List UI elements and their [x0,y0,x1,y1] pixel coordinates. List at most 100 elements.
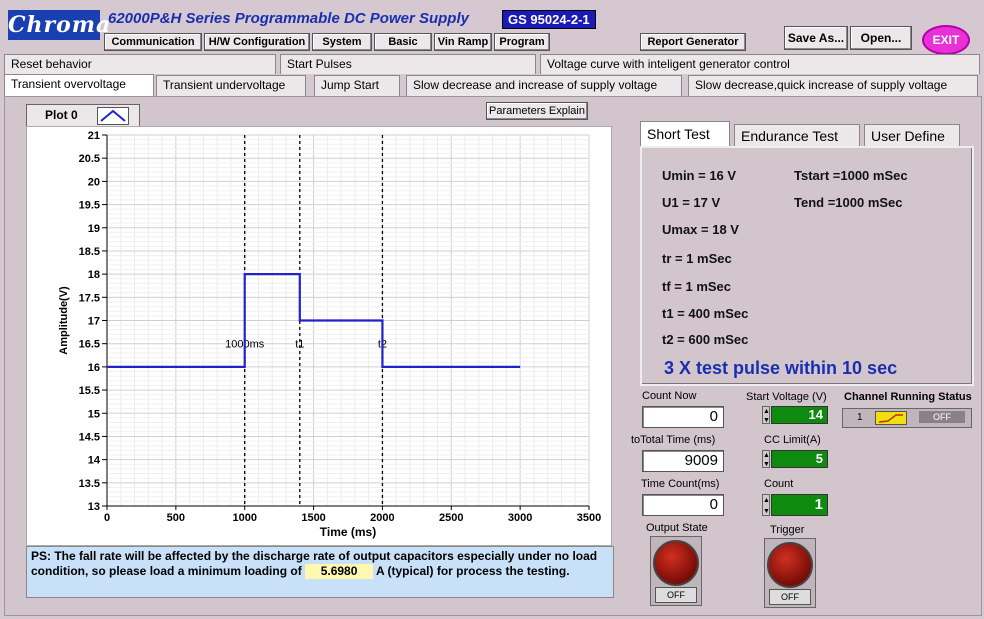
report-generator-button[interactable]: Report Generator [640,33,746,51]
ramp-icon [875,411,907,425]
y-tick-label: 21 [88,130,100,142]
y-tick-label: 13.5 [79,478,100,490]
menu-communication[interactable]: Communication [104,33,202,51]
line-style-icon [97,107,129,125]
param-tf: tf = 1 mSec [662,279,732,294]
menu-system[interactable]: System [312,33,372,51]
y-tick-label: 20 [88,176,100,188]
param-umax: Umax = 18 V [662,222,739,237]
plot-legend-label: Plot 0 [45,108,78,122]
short-test-panel: Umin = 16 V U1 = 17 V Umax = 18 V tr = 1… [640,146,974,386]
save-as-button[interactable]: Save As... [784,26,848,50]
tab-jump-start[interactable]: Jump Start [314,75,400,96]
tab-transient-overvoltage[interactable]: Transient overvoltage [4,74,154,97]
x-axis-label: Time (ms) [320,525,376,539]
tab-slow-decrease-quick-increase[interactable]: Slow decrease,quick increase of supply v… [688,75,978,96]
menu-hw-configuration[interactable]: H/W Configuration [204,33,310,51]
y-tick-label: 16.5 [79,339,100,351]
x-tick-label: 1500 [301,512,325,524]
param-tstart: Tstart =1000 mSec [794,168,908,183]
y-tick-label: 20.5 [79,153,100,165]
count-now-field: 0 [642,406,724,428]
x-tick-label: 1000 [232,512,256,524]
menu-program[interactable]: Program [494,33,550,51]
menu-basic[interactable]: Basic [374,33,432,51]
y-tick-label: 18.5 [79,246,100,258]
x-tick-label: 500 [167,512,185,524]
marker-label: t1 [295,339,304,351]
y-tick-label: 15 [88,408,100,420]
trigger-label: Trigger [770,524,805,536]
total-time-label: toTotal Time (ms) [631,434,716,446]
channel-status-label: Channel Running Status [844,391,972,403]
y-tick-label: 13 [88,501,100,513]
start-voltage-stepper[interactable]: ▲ ▼ [762,406,770,424]
trigger-button[interactable]: OFF [764,538,816,608]
tab-transient-undervoltage[interactable]: Transient undervoltage [156,75,306,96]
channel-state: OFF [919,411,965,423]
parameters-explain-button[interactable]: Parameters Explain [486,102,588,120]
cc-limit-label: CC Limit(A) [764,434,821,446]
time-count-field: 0 [642,494,724,516]
output-state-led [653,540,699,586]
ps-note-text-after: A (typical) for process the testing. [375,564,570,578]
x-tick-label: 2000 [370,512,394,524]
x-tick-label: 3500 [577,512,601,524]
y-tick-label: 17.5 [79,292,100,304]
y-tick-label: 18 [88,269,100,281]
y-tick-label: 14 [88,455,101,467]
param-umin: Umin = 16 V [662,168,737,183]
open-button[interactable]: Open... [850,26,912,50]
param-tr: tr = 1 mSec [662,251,732,266]
chroma-logo: Chroma [8,10,112,40]
ps-note: PS: The fall rate will be affected by th… [26,546,614,598]
start-voltage-field[interactable]: 14 [771,406,828,424]
output-state-value: OFF [655,587,697,603]
tab-voltage-curve[interactable]: Voltage curve with inteligent generator … [540,54,980,74]
pulse-info: 3 X test pulse within 10 sec [664,358,898,378]
y-axis-label: Amplitude(V) [58,286,70,355]
y-tick-label: 19 [88,223,100,235]
min-load-value: 5.6980 [305,564,374,579]
y-tick-label: 17 [88,316,100,328]
trigger-led [767,542,813,588]
waveform-chart-svg: 0 500 1000 1500 2000 2500 3000 3500 13 13.5 14 14.5… [58,130,601,539]
time-count-label: Time Count(ms) [641,478,720,490]
x-tick-label: 0 [104,512,110,524]
output-state-label: Output State [646,522,708,534]
param-t1: t1 = 400 mSec [662,306,749,321]
tab-slow-decrease-increase[interactable]: Slow decrease and increase of supply vol… [406,75,682,96]
output-state-control[interactable]: OFF [650,536,702,606]
y-tick-label: 15.5 [79,385,100,397]
count-label: Count [764,478,794,490]
y-tick-label: 16 [88,362,100,374]
count-now-label: Count Now [642,390,697,402]
start-voltage-label: Start Voltage (V) [746,391,827,403]
channel-status-indicator: 1 OFF [842,408,972,428]
tab-endurance-test[interactable]: Endurance Test [734,124,860,146]
x-tick-label: 3000 [508,512,532,524]
trigger-value: OFF [769,589,811,605]
tab-user-define[interactable]: User Define [864,124,960,146]
main-menu: Communication H/W Configuration System B… [104,33,550,51]
app-title: 62000P&H Series Programmable DC Power Su… [108,10,469,27]
param-u1: U1 = 17 V [662,195,721,210]
menu-vin-ramp[interactable]: Vin Ramp [434,33,492,51]
y-tick-label: 19.5 [79,200,100,212]
plot-legend[interactable]: Plot 0 [26,104,140,128]
x-tick-label: 2500 [439,512,463,524]
cc-limit-stepper[interactable]: ▲ ▼ [762,450,770,468]
exit-button[interactable]: EXIT [922,25,970,55]
tab-reset-behavior[interactable]: Reset behavior [4,54,276,74]
param-t2: t2 = 600 mSec [662,332,749,347]
cc-limit-field[interactable]: 5 [771,450,828,468]
channel-number: 1 [857,412,863,423]
param-tend: Tend =1000 mSec [794,195,903,210]
standard-badge: GS 95024-2-1 [502,10,596,29]
total-time-field: 9009 [642,450,724,472]
tab-start-pulses[interactable]: Start Pulses [280,54,536,74]
y-tick-label: 14.5 [79,431,100,443]
count-field[interactable]: 1 [771,494,828,516]
tab-short-test[interactable]: Short Test [640,121,730,147]
count-stepper[interactable]: ▲ ▼ [762,494,770,516]
